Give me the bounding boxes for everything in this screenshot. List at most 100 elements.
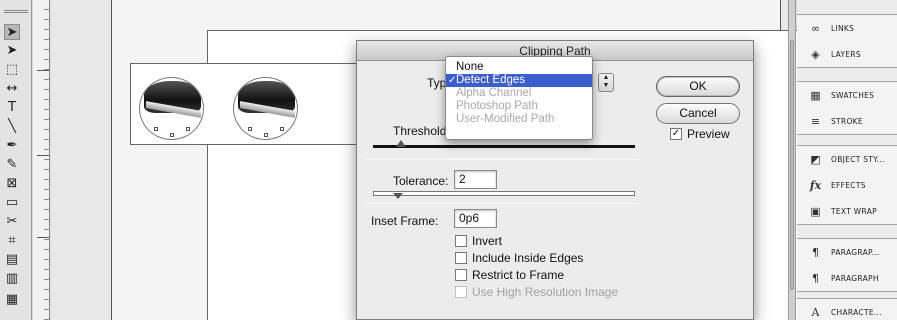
paragraph-styles-icon: ¶ [812,245,819,259]
tolerance-field[interactable]: 2 [454,170,497,189]
panel-dock: ∞ LINKS ◈ LAYERS ▦ SWATCHES ≡ STROKE ◩ O… [797,0,897,320]
panel-label: TEXT WRAP [831,206,877,216]
divider [365,159,639,160]
stroke-icon: ≡ [810,114,821,128]
panel-label: PARAGRAP... [831,247,880,257]
panel-swatches[interactable]: ▦ SWATCHES [797,82,897,108]
use-high-resolution-image-checkbox: Use High Resolution Image [455,285,618,299]
checkmark-icon: ✓ [448,75,457,86]
panel-label: LAYERS [831,49,861,59]
checkbox-box [455,286,467,298]
panel-object-styles[interactable]: ◩ OBJECT STY... [797,146,897,172]
preview-checkbox[interactable]: ✓ Preview [670,127,730,141]
vertical-ruler[interactable] [33,0,50,320]
panel-effects[interactable]: fx EFFECTS [797,172,897,198]
path-anchor [264,133,268,137]
restrict-to-frame-checkbox[interactable]: Restrict to Frame [455,268,564,282]
dock-splitter[interactable] [788,0,796,320]
direct-selection-tool-icon[interactable]: ➤ [4,42,20,58]
ruler-tick [37,155,49,156]
checkbox-box[interactable] [455,252,467,264]
swatches-icon: ▦ [810,88,821,102]
checkbox-label: Restrict to Frame [472,268,565,282]
tools-panel: ➤ ➤ ⬚ ↔ T ╲ ✒ ✎ ⊠ ▭ ✂ ⌗ ▤ ▥ ▦ [0,0,32,320]
object-styles-icon: ◩ [810,152,821,166]
threshold-slider-thumb[interactable] [396,140,406,147]
panel-paragraph[interactable]: ¶ PARAGRAPH [797,265,897,291]
type-popup-arrows[interactable]: ▲ ▼ [598,73,614,92]
panel-stroke[interactable]: ≡ STROKE [797,108,897,134]
menu-item-alpha-channel: Alpha Channel [456,87,532,99]
inset-frame-field[interactable]: 0p6 [454,209,497,228]
panel-label: OBJECT STY... [831,154,885,164]
paragraph-icon: ¶ [812,271,819,285]
menu-item-photoshop-path: Photoshop Path [456,100,538,112]
path-anchor [154,127,158,131]
menu-item-none[interactable]: None [446,61,592,74]
panel-layers[interactable]: ◈ LAYERS [797,41,897,67]
menu-item-label: Detect Edges [456,74,526,86]
clipped-image-1[interactable] [139,77,204,140]
type-tool-icon[interactable]: T [4,99,20,115]
checkbox-label: Use High Resolution Image [472,285,619,299]
checkbox-label: Invert [472,234,503,248]
panel-group: ▦ SWATCHES ≡ STROKE [797,81,897,135]
divider [365,203,639,204]
menu-item-detect-edges[interactable]: ✓Detect Edges [446,74,592,87]
panel-links[interactable]: ∞ LINKS [797,15,897,41]
panel-group: ◩ OBJECT STY... fx EFFECTS ▣ TEXT WRAP [797,145,897,225]
text-wrap-icon: ▣ [810,204,821,218]
panel-character[interactable]: A CHARACTE... [797,299,897,320]
scissors-tool-icon[interactable]: ✂ [4,213,20,229]
checkbox-label: Include Inside Edges [472,251,584,265]
free-transform-tool-icon[interactable]: ⌗ [4,232,20,248]
rectangle-frame-tool-icon[interactable]: ⊠ [4,175,20,191]
type-popup-menu: None ✓Detect Edges Alpha Channel Photosh… [445,56,593,140]
gradient-tool-icon[interactable]: ▤ [4,251,20,267]
ok-button[interactable]: OK [656,76,740,97]
ruler-tick [37,70,49,71]
path-anchor [280,127,284,131]
cancel-button[interactable]: Cancel [656,103,740,124]
checkbox-label: Preview [687,127,730,141]
path-anchor [248,127,252,131]
character-icon: A [811,305,820,319]
invert-checkbox[interactable]: Invert [455,234,502,248]
panel-label: PARAGRAPH [831,273,879,283]
panel-label: EFFECTS [831,180,866,190]
panel-label: SWATCHES [831,90,875,100]
tools-grip[interactable] [4,10,28,13]
gap-tool-icon[interactable]: ↔ [4,80,20,96]
layers-icon: ◈ [811,47,820,61]
panel-text-wrap[interactable]: ▣ TEXT WRAP [797,198,897,224]
line-tool-icon[interactable]: ╲ [4,118,20,134]
path-anchor [170,133,174,137]
note-tool-icon[interactable]: ▦ [4,291,20,307]
menu-item-user-modified-path: User-Modified Path [456,113,555,125]
panel-group: A CHARACTE... [797,298,897,320]
pencil-tool-icon[interactable]: ✎ [4,156,20,172]
panel-paragraph-styles[interactable]: ¶ PARAGRAP... [797,239,897,265]
ruler-tick [37,237,49,238]
dock-scroll-knob[interactable] [790,40,794,290]
tolerance-slider[interactable] [373,191,635,196]
selection-tool-icon[interactable]: ➤ [4,24,20,40]
threshold-slider[interactable] [373,145,635,148]
include-inside-edges-checkbox[interactable]: Include Inside Edges [455,251,583,265]
panel-group: ¶ PARAGRAP... ¶ PARAGRAPH [797,238,897,292]
checkbox-box[interactable] [455,235,467,247]
effects-icon: fx [809,178,822,192]
pen-tool-icon[interactable]: ✒ [4,137,20,153]
panel-group: ∞ LINKS ◈ LAYERS [797,14,897,68]
clipped-image-2[interactable] [233,77,298,140]
gradient-feather-tool-icon[interactable]: ▥ [4,270,20,286]
tolerance-slider-thumb[interactable] [393,193,403,199]
panel-label: STROKE [831,116,863,126]
inset-frame-label: Inset Frame: [371,214,439,228]
panel-label: CHARACTE... [831,307,882,317]
rectangle-tool-icon[interactable]: ▭ [4,194,20,210]
page-tool-icon[interactable]: ⬚ [4,61,20,77]
checkbox-box[interactable] [455,269,467,281]
tolerance-label: Tolerance: [393,174,449,188]
checkmark-icon[interactable]: ✓ [670,128,682,140]
